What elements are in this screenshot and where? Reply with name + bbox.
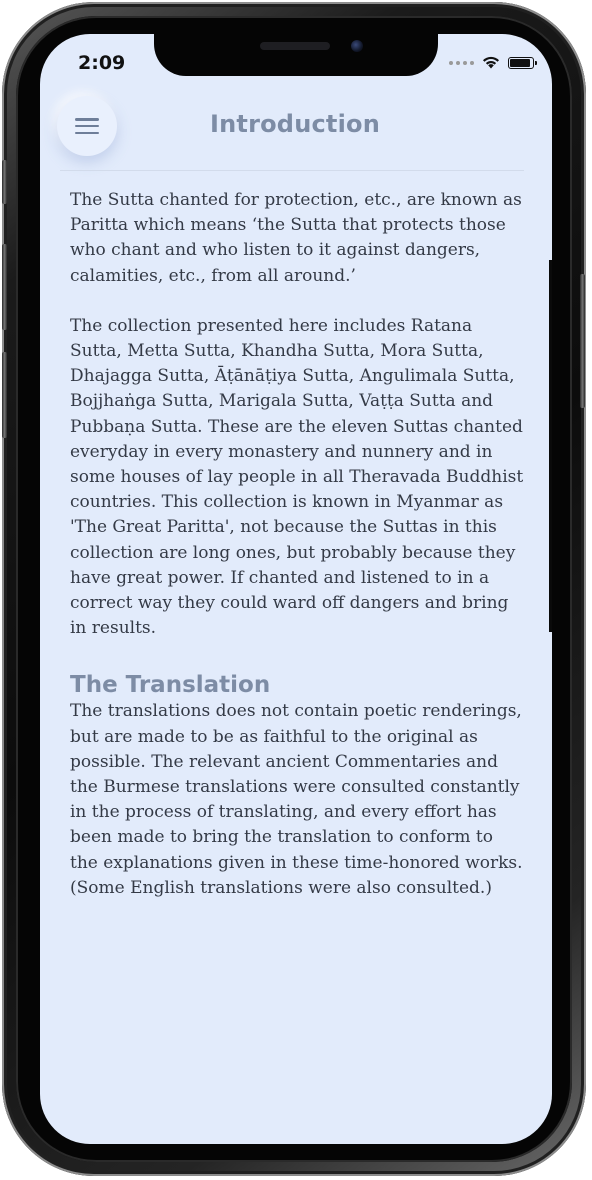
volume-down-button xyxy=(2,352,7,438)
intro-paragraph-1: The Sutta chanted for protection, etc., … xyxy=(70,190,522,286)
header-divider xyxy=(60,170,524,171)
section-heading: The Translation xyxy=(70,672,271,699)
content-scroll-area[interactable]: The Sutta chanted for protection, etc., … xyxy=(70,188,526,901)
volume-up-button xyxy=(2,244,7,330)
front-camera xyxy=(351,40,363,52)
scroll-indicator[interactable] xyxy=(549,260,552,632)
battery-icon xyxy=(508,56,537,69)
menu-button[interactable] xyxy=(57,96,117,156)
mute-switch xyxy=(2,160,7,204)
app-screen: 2:09 Introduction The Sutta chanted for … xyxy=(40,34,552,1144)
power-button xyxy=(580,274,585,408)
section-body: The translations does not contain poetic… xyxy=(70,701,523,898)
notch xyxy=(154,34,438,76)
signal-icon xyxy=(449,60,474,65)
status-time: 2:09 xyxy=(78,52,126,74)
intro-paragraph-2: The collection presented here includes R… xyxy=(70,315,524,639)
menu-icon xyxy=(75,118,99,134)
page-title: Introduction xyxy=(210,110,380,138)
status-icons xyxy=(449,56,537,69)
speaker-grille xyxy=(260,42,330,50)
wifi-icon xyxy=(483,56,499,69)
battery-level-fill xyxy=(510,58,530,67)
